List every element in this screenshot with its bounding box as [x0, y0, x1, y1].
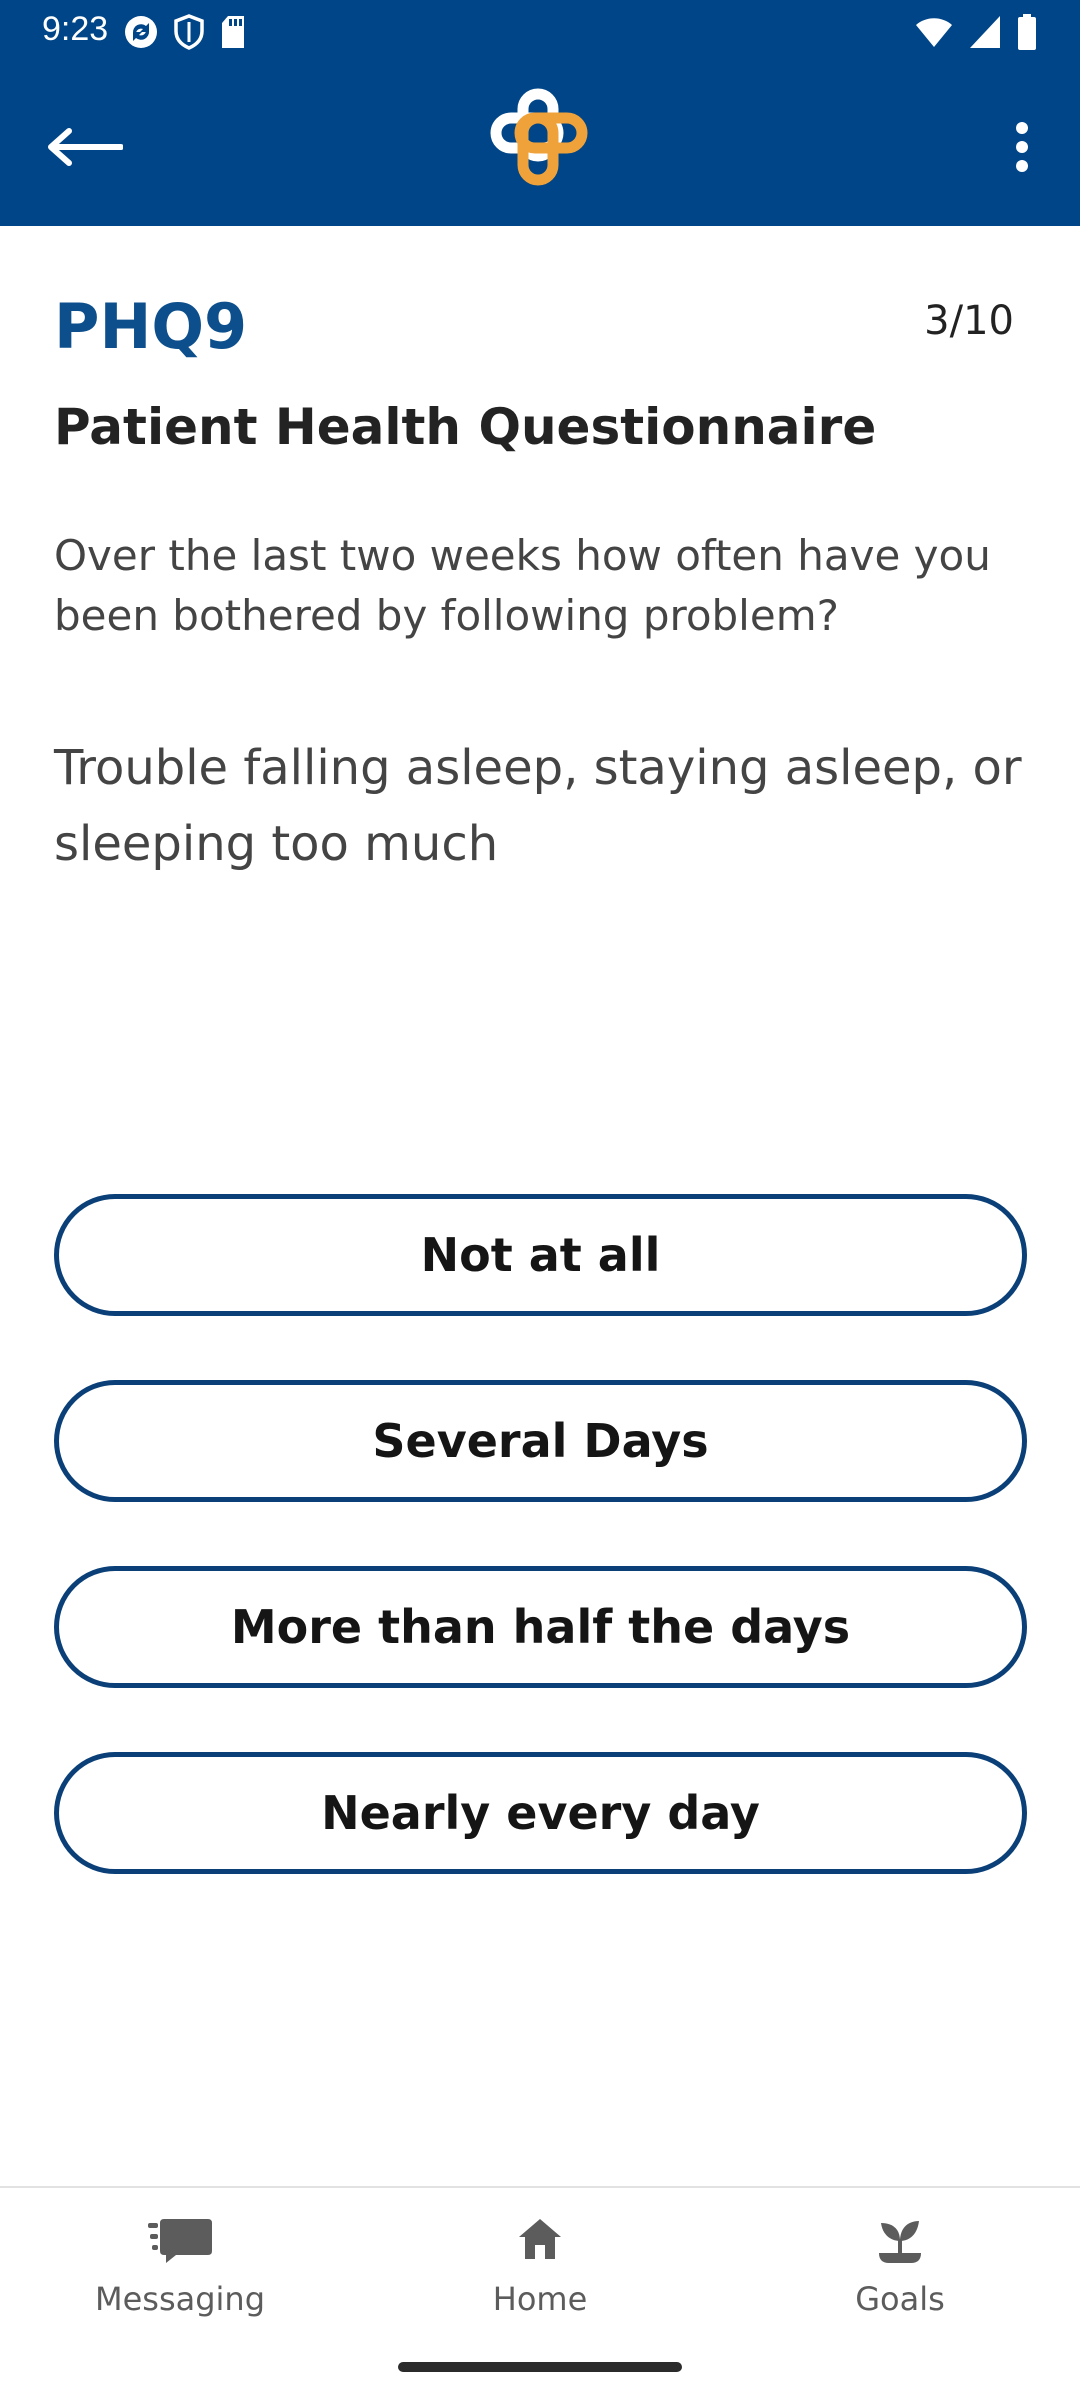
question-progress: 3/10: [924, 298, 1014, 344]
nav-label-messaging: Messaging: [94, 2280, 266, 2318]
wifi-icon: [916, 18, 952, 47]
overflow-menu-button[interactable]: [992, 102, 1052, 192]
sync-icon: [125, 16, 157, 48]
arrow-left-icon: [48, 128, 123, 166]
status-time: 9:23: [42, 10, 109, 48]
sprout-icon: [868, 2208, 932, 2272]
battery-icon: [1018, 14, 1036, 50]
status-notification-icons: [123, 12, 247, 52]
question-prompt: Over the last two weeks how often have y…: [54, 531, 991, 640]
sd-card-icon: [222, 16, 244, 48]
gesture-home-indicator[interactable]: [398, 2362, 682, 2372]
nav-label-goals: Goals: [855, 2280, 945, 2318]
nav-item-messaging[interactable]: Messaging: [30, 2208, 330, 2338]
option-nearly-every-day-button[interactable]: Nearly every day: [54, 1752, 1027, 1874]
nav-label-home: Home: [492, 2280, 588, 2318]
health-cross-logo: [490, 88, 588, 186]
back-button[interactable]: [40, 102, 130, 192]
questionnaire-name: Patient Health Questionnaire: [54, 398, 877, 456]
app-bar: [0, 62, 1080, 226]
more-vert-icon: [1016, 122, 1028, 172]
option-several-days-button[interactable]: Several Days: [54, 1380, 1027, 1502]
option-more-than-half-button[interactable]: More than half the days: [54, 1566, 1027, 1688]
chat-icon: [148, 2208, 212, 2272]
nav-item-home[interactable]: Home: [390, 2208, 690, 2338]
question-text: Trouble falling asleep, staying asleep, …: [54, 740, 1022, 872]
screen: 9:23 PHQ9 3/10 Patient Health Questionna…: [0, 0, 1080, 2400]
top-bar: 9:23: [0, 0, 1080, 226]
home-icon: [508, 2208, 572, 2272]
signal-icon: [970, 16, 1000, 48]
nav-item-goals[interactable]: Goals: [750, 2208, 1050, 2338]
questionnaire-code: PHQ9: [54, 290, 248, 363]
shield-icon: [174, 14, 204, 50]
status-system-icons: [914, 12, 1038, 52]
status-bar: 9:23: [0, 0, 1080, 62]
option-not-at-all-button[interactable]: Not at all: [54, 1194, 1027, 1316]
